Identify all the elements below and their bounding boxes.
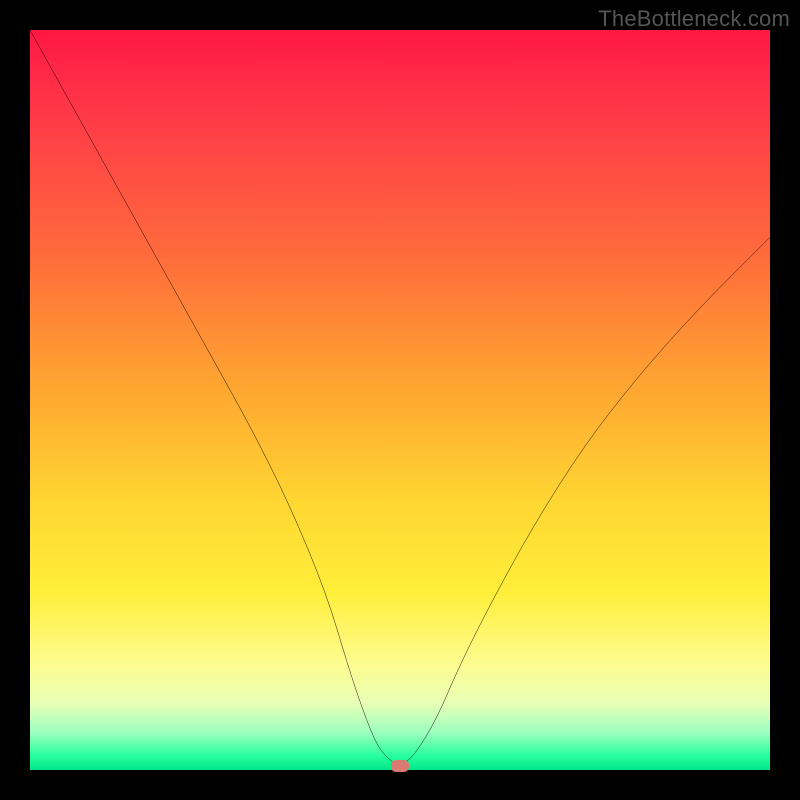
plot-area — [30, 30, 770, 770]
optimal-point-marker — [391, 760, 409, 772]
watermark-text: TheBottleneck.com — [598, 6, 790, 32]
bottleneck-curve — [30, 30, 770, 770]
